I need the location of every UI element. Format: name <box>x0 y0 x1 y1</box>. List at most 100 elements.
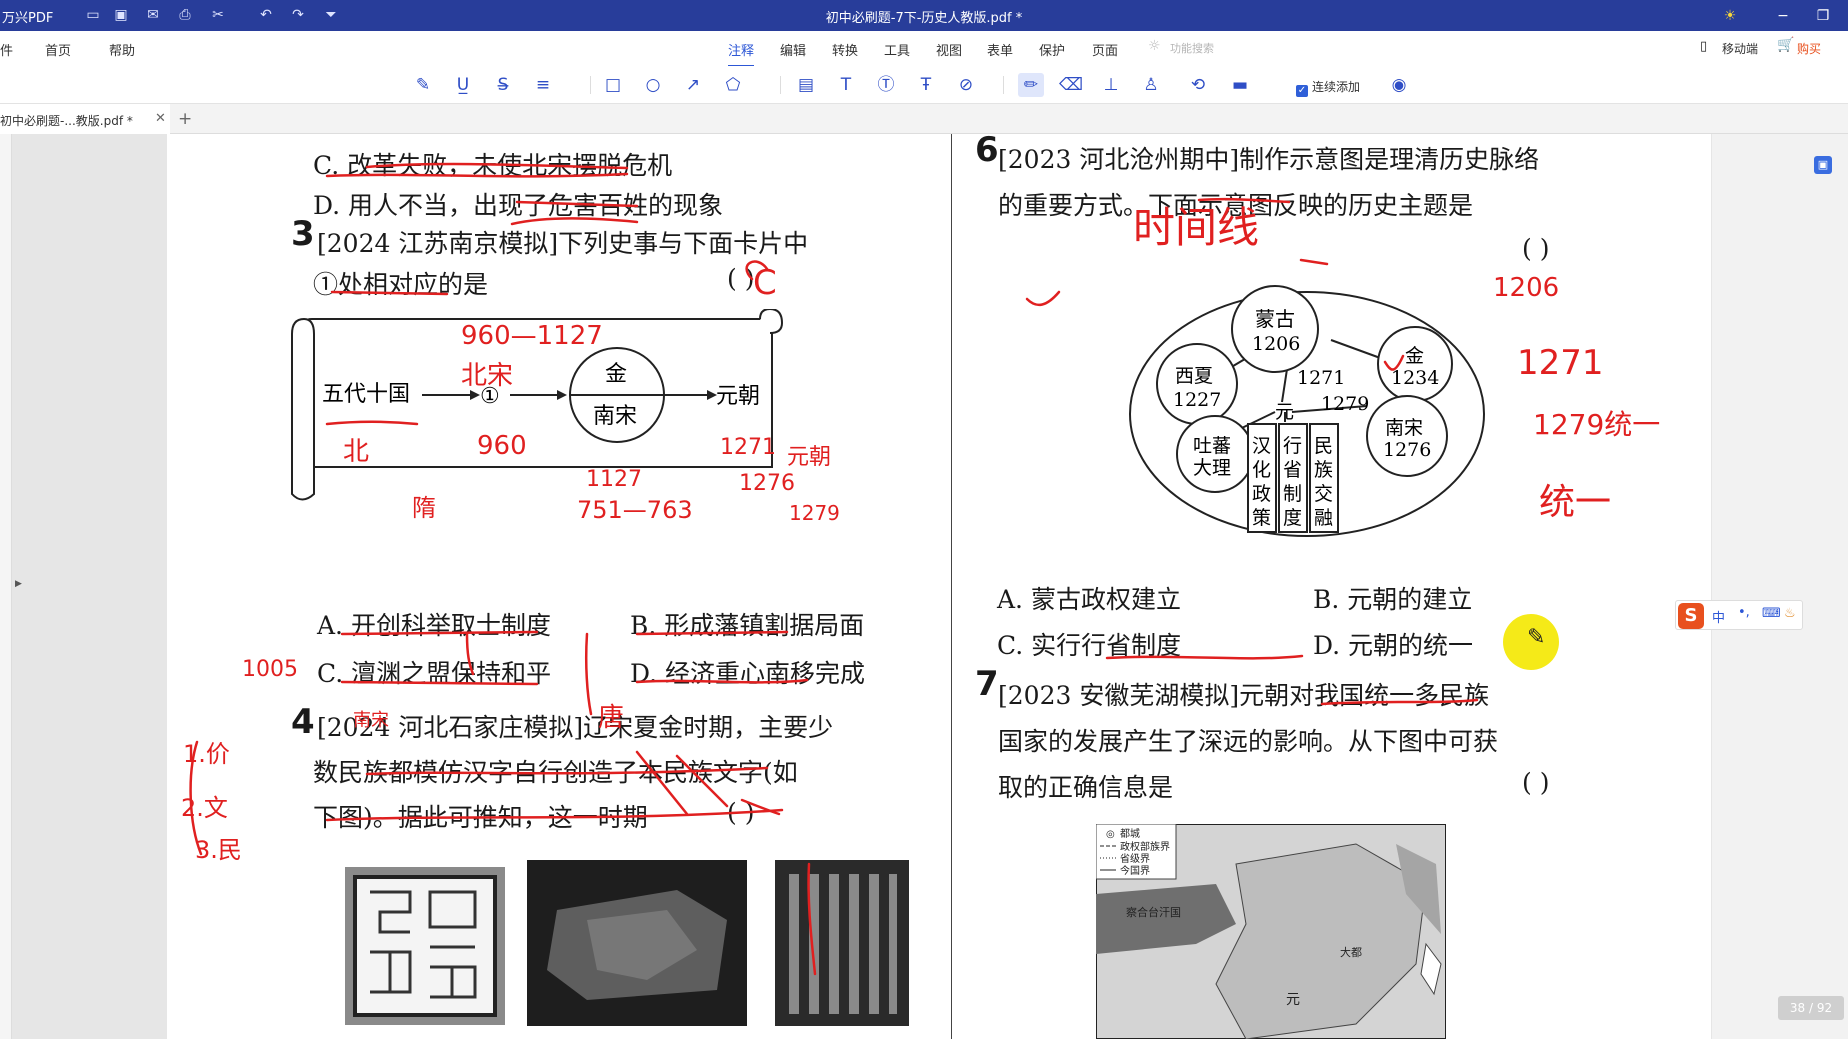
minimize-icon[interactable]: − <box>1770 5 1796 27</box>
yuan-map-image: ◎ 都城 政权部族界 省级界 今国界 察合台汗国 大都 元 <box>1096 824 1446 1039</box>
tab-view[interactable]: 视图 <box>936 40 962 59</box>
diagram-jin-year: 1234 <box>1391 367 1439 389</box>
ink-1005: 1005 <box>242 657 298 682</box>
right-panel: ▣ <box>1712 134 1848 1039</box>
ink-1206: 1206 <box>1493 273 1559 303</box>
title-bar: 万兴PDF ▭ ▣ ✉ ⎙ ✂ ↶ ↷ ⏷ 初中必刷题-7下-历史人教版.pdf… <box>0 0 1848 31</box>
q2-option-d: D. 用人不当，出现了危害百姓的现象 <box>313 191 724 220</box>
document-tab-label: 初中必刷题-...教版.pdf * <box>0 114 133 128</box>
diagram-tubo: 吐蕃 <box>1193 435 1231 457</box>
text-icon[interactable]: T <box>833 73 859 97</box>
panel-toggle-icon[interactable]: ▣ <box>1814 156 1832 174</box>
tab-page[interactable]: 页面 <box>1092 40 1118 59</box>
ink-unify: 统一 <box>1539 482 1611 523</box>
q3-option-b: B. 形成藩镇割据局面 <box>630 611 865 640</box>
menu-help[interactable]: 帮助 <box>109 40 135 59</box>
q3-option-a: A. 开创科举取士制度 <box>317 611 551 640</box>
textbox-icon[interactable]: Ⓣ <box>873 73 899 97</box>
q4-stem-1: [2024 河北石家庄模拟]辽宋夏金时期，主要少 <box>317 713 834 742</box>
q4-answer-paren: ( ) <box>727 798 755 827</box>
q4-number: 4 <box>291 702 315 742</box>
diagram-southern-song: 南宋 <box>1385 417 1423 439</box>
strikethrough-icon[interactable]: S̶ <box>490 73 516 97</box>
theme-icon[interactable]: ☀ <box>1717 5 1743 27</box>
callout-icon[interactable]: Ŧ <box>913 73 939 97</box>
q6-option-c: C. 实行行省制度 <box>997 631 1182 660</box>
document-tabs: 初中必刷题-...教版.pdf * ✕ + <box>0 104 1848 134</box>
measure-icon[interactable]: ⟲ <box>1185 73 1211 97</box>
feature-search[interactable]: 功能搜索 <box>1170 40 1214 56</box>
scroll-southern-song: 南宋 <box>593 404 637 429</box>
seal-script-image <box>345 867 505 1025</box>
signature-icon[interactable]: ♙ <box>1138 73 1164 97</box>
add-tab-icon[interactable]: + <box>178 109 192 129</box>
q3-stem-1: [2024 江苏南京模拟]下列史事与下面卡片中 <box>317 229 809 258</box>
ime-punct[interactable]: •, <box>1738 605 1750 620</box>
attachment-icon[interactable]: ⊘ <box>953 73 979 97</box>
tab-tools[interactable]: 工具 <box>884 40 910 59</box>
ink-item-1: 1.价 <box>183 740 230 768</box>
circle-icon[interactable]: ○ <box>640 73 666 97</box>
q3-option-c: C. 澶渊之盟保持和平 <box>317 659 552 688</box>
menu-file[interactable]: 件 <box>0 40 13 59</box>
comment-icon[interactable]: ▤ <box>793 73 819 97</box>
pen-cursor-icon: ✎ <box>1527 625 1546 650</box>
q7-number: 7 <box>975 664 999 704</box>
tab-protect[interactable]: 保护 <box>1039 40 1065 59</box>
document-title: 初中必刷题-7下-历史人教版.pdf * <box>825 11 1023 26</box>
tab-form[interactable]: 表单 <box>987 40 1013 59</box>
maximize-icon[interactable]: ❐ <box>1810 5 1836 27</box>
column-divider <box>951 134 952 1039</box>
buy-button[interactable]: 购买 <box>1797 40 1821 57</box>
pen-icon[interactable]: ✏ <box>1018 73 1044 97</box>
eye-icon[interactable]: ◉ <box>1386 73 1412 97</box>
pdf-page[interactable]: C. 改革失败，未使北宋摆脱危机 D. 用人不当，出现了危害百姓的现象 3 [2… <box>167 134 1711 1039</box>
map-chagatai: 察合台汗国 <box>1126 905 1181 919</box>
diagram-col1-1: 汉 <box>1252 435 1271 457</box>
q7-stem-1: [2023 安徽芜湖模拟]元朝对我国统一多民族 <box>998 681 1490 710</box>
svg-text:交: 交 <box>1314 483 1333 505</box>
skin-icon[interactable]: ♨ <box>1784 606 1796 621</box>
eraser-icon[interactable]: ⌫ <box>1058 73 1084 97</box>
q6-stem-1: [2023 河北沧州期中]制作示意图是理清历史脉络 <box>998 145 1540 174</box>
keyboard-icon[interactable]: ⌨ <box>1762 606 1781 621</box>
stamp-icon[interactable]: ⊥ <box>1098 73 1124 97</box>
diagram-xixia: 西夏 <box>1175 365 1213 387</box>
ink-item-3: 3.民 <box>195 836 242 864</box>
rectangle-icon[interactable]: □ <box>600 73 626 97</box>
ime-mode[interactable]: 中 <box>1712 607 1725 626</box>
tab-convert[interactable]: 转换 <box>832 40 858 59</box>
q6-stem-2: 的重要方式。下面示意图反映的历史主题是 <box>998 191 1474 220</box>
document-tab[interactable]: 初中必刷题-...教版.pdf * ✕ <box>0 104 170 134</box>
diagram-mongol: 蒙古 <box>1255 307 1295 331</box>
underline-icon[interactable]: U̲ <box>450 73 476 97</box>
map-dadu: 大都 <box>1340 945 1362 959</box>
ink-1271-right: 1271 <box>1517 343 1604 383</box>
q3-stem-2: ①处相对应的是 <box>313 270 489 299</box>
svg-text:度: 度 <box>1283 507 1302 529</box>
tab-annotate[interactable]: 注释 <box>728 40 755 67</box>
continuous-add-checkbox[interactable]: ✓ 连续添加 <box>1296 78 1360 97</box>
diagram-mongol-year: 1206 <box>1252 333 1300 355</box>
arrow-icon[interactable]: ↗ <box>680 73 706 97</box>
expand-panel-icon[interactable]: ▶ <box>15 579 22 589</box>
sogou-icon[interactable]: S <box>1678 603 1704 629</box>
map-legend-province: 省级界 <box>1120 852 1150 865</box>
q6-answer-paren: ( ) <box>1522 234 1550 263</box>
svg-text:融: 融 <box>1314 507 1333 529</box>
fill-icon[interactable]: ▬ <box>1227 73 1253 97</box>
ime-widget[interactable]: S 中 •, ⌨ ♨ <box>1675 600 1803 630</box>
align-icon[interactable]: ≡ <box>530 73 556 97</box>
tab-edit[interactable]: 编辑 <box>780 40 806 59</box>
shape-icon[interactable]: ⬠ <box>720 73 746 97</box>
menu-bar: 件 首页 帮助 注释 编辑 转换 工具 视图 表单 保护 页面 ☼ 功能搜索 ▯… <box>0 31 1848 67</box>
menu-home[interactable]: 首页 <box>45 40 71 59</box>
svg-text:化: 化 <box>1252 459 1271 481</box>
mobile-button[interactable]: 移动端 <box>1722 40 1758 57</box>
diagram-dali: 大理 <box>1193 457 1231 479</box>
annotation-toolbar: ✎ U̲ S̶ ≡ □ ○ ↗ ⬠ ▤ T Ⓣ Ŧ ⊘ ✏ ⌫ ⊥ ♙ ⟲ ▬ … <box>0 66 1848 104</box>
svg-text:策: 策 <box>1252 507 1271 529</box>
left-panel <box>0 134 12 1039</box>
close-tab-icon[interactable]: ✕ <box>155 111 166 126</box>
highlight-icon[interactable]: ✎ <box>410 73 436 97</box>
